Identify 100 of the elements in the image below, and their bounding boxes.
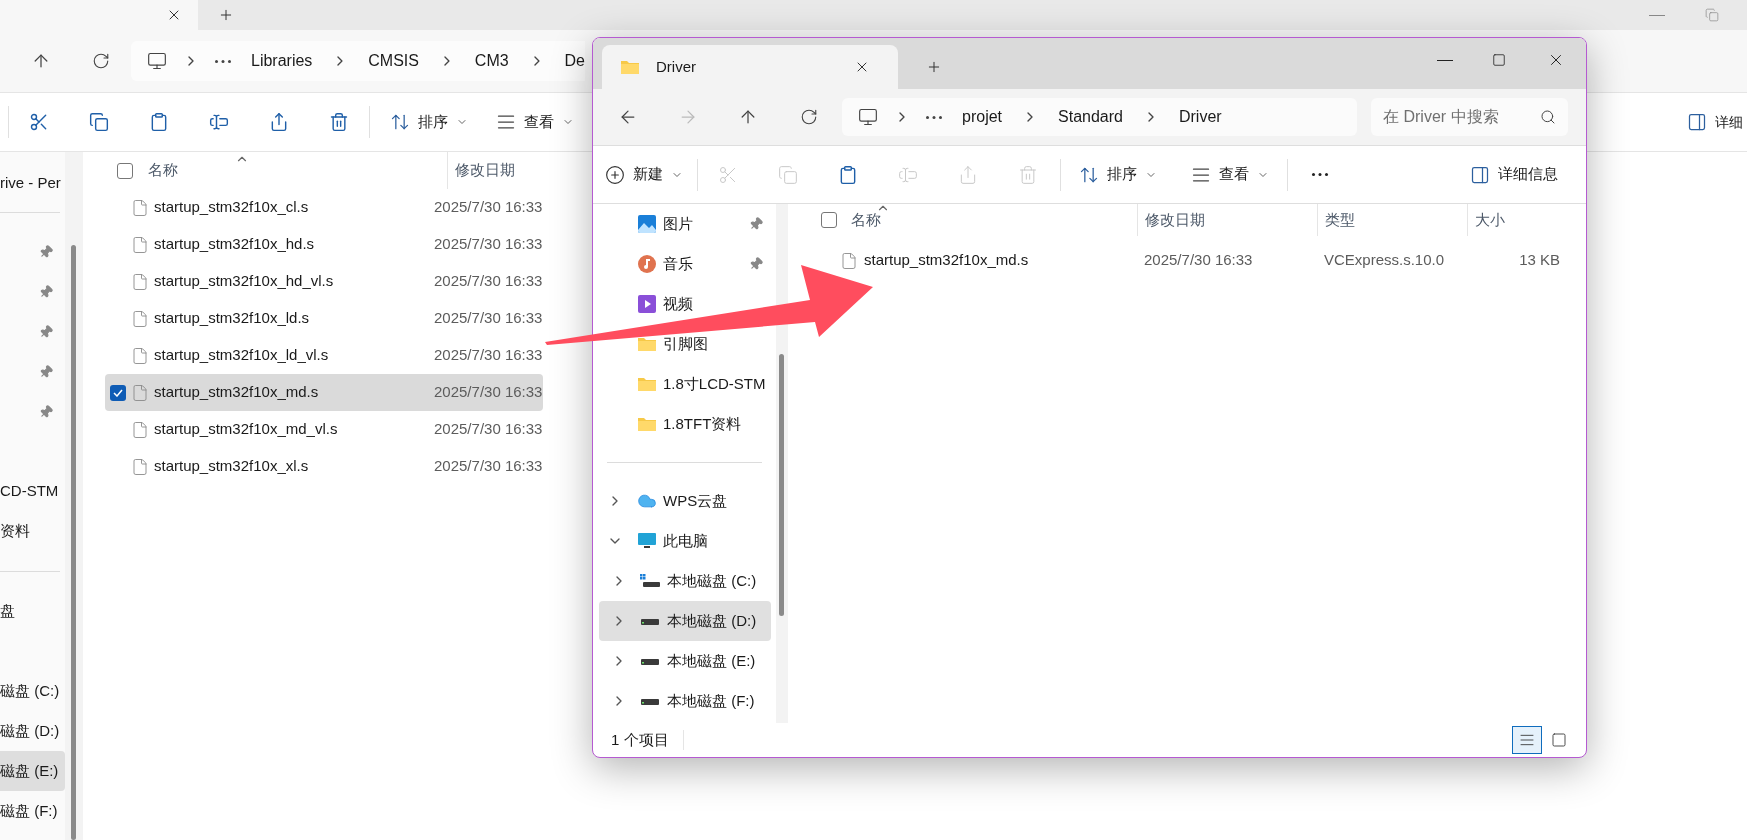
sidebar-item[interactable]: 磁盘 (D:) [0,711,65,751]
breadcrumb-item[interactable]: projet [962,105,1003,129]
checkmark-icon [113,388,123,397]
nav-item[interactable]: 此电脑 [599,521,771,561]
column-header[interactable]: 修改日期 [1145,208,1205,232]
nav-item[interactable]: 视频 [663,292,693,316]
sort-icon [390,112,410,132]
details-view-button[interactable] [1512,726,1542,754]
restore-icon [1705,8,1719,22]
more-icon [215,59,231,63]
details-button[interactable]: 详细信息 [1470,163,1558,186]
file-icon [131,456,149,477]
file-name: startup_stm32f10x_md_vl.s [154,419,339,440]
file-row[interactable]: startup_stm32f10x_hd_vl.s 2025/7/30 16:33 [105,263,543,300]
file-row[interactable]: startup_stm32f10x_ld.s 2025/7/30 16:33 [105,300,543,337]
minimize-icon [1437,59,1453,61]
nav-item[interactable]: 音乐 [663,252,693,276]
status-text: 1 个项目 [611,729,669,750]
modified-date: 2025/7/30 16:33 [434,271,543,292]
list-icon [1519,732,1535,748]
file-name: startup_stm32f10x_ld.s [154,308,311,329]
details-pane-icon [1470,164,1490,185]
nav-item[interactable]: 本地磁盘 (F:) [599,681,771,721]
modified-date: 2025/7/30 16:33 [434,382,543,403]
sidebar-item[interactable]: rive - Per [0,163,65,203]
image-icon [637,214,657,234]
window-tab[interactable]: Driver [602,45,898,89]
file-name: startup_stm32f10x_ld_vl.s [154,345,330,366]
column-header[interactable]: 类型 [1325,208,1355,232]
file-row[interactable]: startup_stm32f10x_md_vl.s 2025/7/30 16:33 [105,411,543,448]
file-icon [131,234,149,255]
breadcrumb-item[interactable]: CMSIS [368,49,419,73]
scrollbar-thumb[interactable] [779,354,784,616]
search-icon [1540,109,1556,125]
search-field[interactable]: 在 Driver 中搜索 [1371,98,1568,136]
column-header[interactable]: 名称 [851,208,881,232]
breadcrumb-item[interactable]: Driver [1178,105,1222,129]
modified-date: 2025/7/30 16:33 [434,308,543,329]
sidebar-item[interactable]: 盘 [0,591,65,631]
breadcrumb-item[interactable]: CM3 [474,49,509,73]
select-all-checkbox[interactable] [117,162,133,179]
details-button[interactable]: 详细 [1687,111,1743,133]
file-row[interactable]: startup_stm32f10x_md.s 2025/7/30 16:33 VCExpress.s.10.0 13 KB [788,242,1568,279]
sidebar-item[interactable]: CD-STM [0,471,65,511]
refresh-icon [800,108,818,126]
nav-item[interactable]: 1.8TFT资料 [663,412,742,436]
nav-item[interactable]: 本地磁盘 (C:) [599,561,771,601]
plus-circle-icon [605,164,625,185]
address-bar[interactable]: projet Standard Driver [842,98,1357,136]
column-header[interactable]: 修改日期 [447,152,515,189]
monitor-icon [637,531,657,551]
row-checkbox[interactable] [110,384,126,401]
sidebar-item[interactable]: 磁盘 (E:) [0,751,65,791]
modified-date: 2025/7/30 16:33 [434,234,543,255]
view-button[interactable]: 查看 [1191,163,1269,186]
nav-item[interactable]: 本地磁盘 (E:) [599,641,771,681]
file-icon [131,419,149,440]
select-all-checkbox[interactable] [821,212,837,228]
nav-item[interactable]: 引脚图 [663,332,708,356]
file-name: startup_stm32f10x_hd.s [154,234,316,255]
sidebar-item[interactable]: 磁盘 (C:) [0,671,65,711]
new-tab-icon [218,7,234,23]
file-row[interactable]: startup_stm32f10x_xl.s 2025/7/30 16:33 [105,448,543,485]
view-button[interactable]: 查看 [496,110,574,134]
sort-button[interactable]: 排序 [390,110,468,134]
column-header[interactable]: 大小 [1475,208,1505,232]
nav-item[interactable]: 本地磁盘 (D:) [599,601,771,641]
sidebar-item[interactable]: 磁盘 (F:) [0,791,65,831]
breadcrumb-item[interactable]: Libraries [251,49,313,73]
new-button[interactable]: 新建 [605,163,683,186]
modified-date: 2025/7/30 16:33 [434,456,543,477]
tile-icon [1551,732,1567,748]
folder-icon [620,59,640,75]
folder-icon [637,336,657,352]
file-icon [131,197,149,218]
file-name: startup_stm32f10x_md.s [154,382,320,403]
file-name: startup_stm32f10x_md.s [864,250,1030,271]
video-icon [637,294,657,314]
column-header[interactable]: 名称 [148,159,447,182]
breadcrumb-item[interactable]: Standard [1058,105,1123,129]
file-icon [131,271,149,292]
address-bar[interactable]: Libraries CMSIS CM3 De [131,41,585,81]
music-icon [637,254,657,274]
modified-date: 2025/7/30 16:33 [1143,250,1254,271]
minimize-icon [1649,14,1665,16]
system-drive-icon [639,573,661,589]
nav-item[interactable]: 1.8寸LCD-STM [663,372,766,396]
breadcrumb-item[interactable]: De [564,49,585,73]
file-icon [131,308,149,329]
nav-item[interactable]: WPS云盘 [599,481,771,521]
sort-button[interactable]: 排序 [1079,163,1157,186]
file-row[interactable]: startup_stm32f10x_hd.s 2025/7/30 16:33 [105,226,543,263]
nav-item[interactable]: 图片 [663,212,693,236]
scrollbar-thumb[interactable] [71,245,76,840]
file-row[interactable]: startup_stm32f10x_md.s 2025/7/30 16:33 [105,374,543,411]
new-tab-icon [926,59,942,75]
sidebar-item[interactable]: 资料 [0,511,65,551]
file-row[interactable]: startup_stm32f10x_cl.s 2025/7/30 16:33 [105,189,543,226]
file-row[interactable]: startup_stm32f10x_ld_vl.s 2025/7/30 16:33 [105,337,543,374]
file-icon [131,345,149,366]
